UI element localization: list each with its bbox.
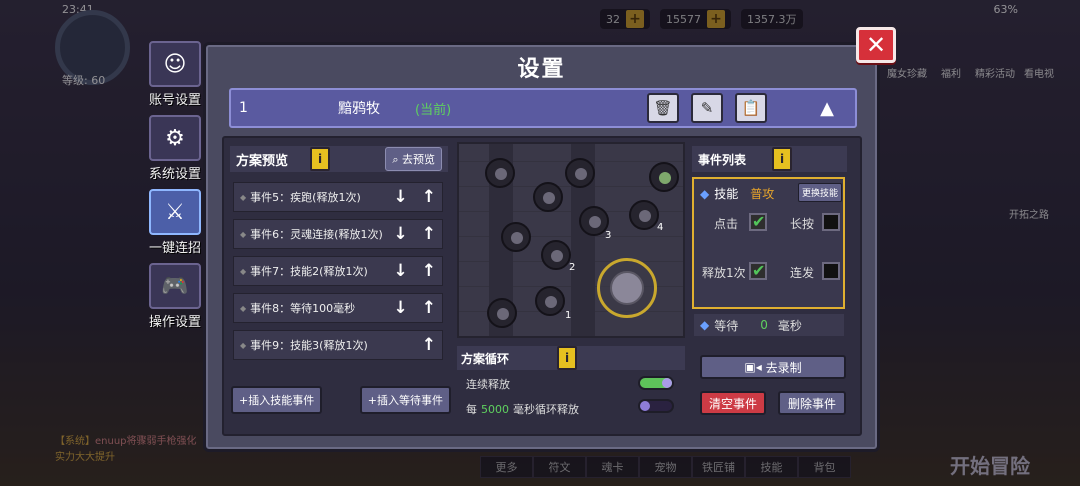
skill-layout-preview: 4 3 2 1 bbox=[457, 142, 685, 338]
camera-icon: ▣◂ bbox=[744, 360, 762, 374]
continuous-release-label: 连续释放 bbox=[466, 378, 510, 391]
list-item[interactable]: ◆ 事件7：技能2(释放1次) ↓ ↑ bbox=[233, 256, 443, 286]
diamond-icon: ◆ bbox=[700, 318, 710, 332]
click-checkbox[interactable] bbox=[749, 212, 767, 231]
long-press-label: 长按 bbox=[790, 217, 815, 231]
skill-slot-2[interactable] bbox=[541, 240, 571, 270]
combo-label: 连发 bbox=[790, 266, 815, 280]
move-down-icon[interactable]: ↓ bbox=[394, 261, 408, 281]
continuous-release-row: 连续释放 bbox=[466, 376, 510, 392]
slot-number: 3 bbox=[605, 230, 612, 241]
scheme-current-tag: (当前) bbox=[415, 102, 452, 118]
skill-slot[interactable] bbox=[533, 182, 563, 212]
skill-slot[interactable] bbox=[501, 222, 531, 252]
eraser-icon: ✎ bbox=[700, 99, 714, 117]
trash-icon: 🗑 bbox=[653, 99, 673, 117]
list-item[interactable]: ◆ 事件6：灵魂连接(释放1次) ↓ ↑ bbox=[233, 219, 443, 249]
clipboard-icon: 📋 bbox=[741, 99, 761, 117]
event-list-title: 事件列表 bbox=[698, 152, 747, 167]
sword-icon: ⚔ bbox=[149, 189, 201, 235]
slot-number: 4 bbox=[657, 222, 664, 233]
record-button[interactable]: ▣◂ 去录制 bbox=[700, 355, 846, 379]
tab-system-settings[interactable]: ⚙ 系统设置 bbox=[142, 114, 208, 186]
scheme-bar[interactable]: 1 黯鸦牧 (当前) 🗑 ✎ 📋 ▲ bbox=[229, 88, 857, 128]
gamepad-icon: 🎮 bbox=[149, 263, 201, 309]
event-list: ◆ 事件5：疾跑(释放1次) ↓ ↑ ◆ 事件6：灵魂连接(释放1次) ↓ ↑ ◆ 事件7… bbox=[233, 182, 443, 367]
release-once-label: 释放1次 bbox=[702, 266, 746, 280]
move-up-icon[interactable]: ↑ bbox=[422, 187, 436, 207]
move-up-icon[interactable]: ↑ bbox=[422, 224, 436, 244]
settings-side-tabs: ☺ 账号设置 ⚙ 系统设置 ⚔ 一键连招 🎮 操作设置 bbox=[142, 40, 210, 336]
loop-title: 方案循环 bbox=[461, 351, 510, 366]
preview-title: 方案预览 bbox=[236, 153, 289, 169]
move-down-icon[interactable]: ↓ bbox=[394, 187, 408, 207]
move-up-icon[interactable]: ↑ bbox=[422, 335, 436, 355]
scheme-number: 1 bbox=[239, 100, 248, 116]
move-up-icon[interactable]: ↑ bbox=[422, 298, 436, 318]
skill-value: 普攻 bbox=[750, 187, 775, 201]
event-editor: ◆ 技能 普攻 更换技能 点击 长按 释放1次 连发 bbox=[692, 177, 845, 309]
preview-header: 方案预览 i ⌕ 去预览 bbox=[230, 146, 448, 172]
potion-slot[interactable] bbox=[487, 298, 517, 328]
rename-scheme-button[interactable]: ✎ bbox=[691, 93, 723, 123]
slot-number: 2 bbox=[569, 262, 576, 273]
tab-account-settings[interactable]: ☺ 账号设置 bbox=[142, 40, 208, 112]
info-icon[interactable]: i bbox=[557, 346, 578, 370]
slot-number: 1 bbox=[565, 310, 572, 321]
move-down-icon[interactable]: ↓ bbox=[394, 224, 408, 244]
diamond-icon: ◆ bbox=[700, 186, 710, 201]
change-skill-button[interactable]: 更换技能 bbox=[798, 183, 843, 202]
loop-interval-row: 每 5000 毫秒循环释放 bbox=[466, 402, 579, 417]
continuous-release-toggle[interactable] bbox=[638, 376, 674, 390]
delete-event-button[interactable]: 删除事件 bbox=[778, 391, 846, 415]
collapse-icon[interactable]: ▲ bbox=[807, 98, 847, 119]
close-button[interactable]: ✕ bbox=[856, 27, 896, 63]
tab-control-settings[interactable]: 🎮 操作设置 bbox=[142, 262, 208, 334]
skill-slot-1[interactable] bbox=[535, 286, 565, 316]
loop-header: 方案循环 i bbox=[457, 346, 685, 370]
scheme-name: 黯鸦牧 bbox=[338, 101, 380, 117]
insert-skill-event-button[interactable]: +插入技能事件 bbox=[231, 386, 323, 414]
insert-buttons: +插入技能事件 +插入等待事件 bbox=[231, 386, 451, 414]
list-item[interactable]: ◆ 事件8：等待100毫秒 ↓ ↑ bbox=[233, 293, 443, 323]
loop-interval-value[interactable]: 5000 bbox=[481, 403, 509, 416]
copy-scheme-button[interactable]: 📋 bbox=[735, 93, 767, 123]
wait-row: ◆ 等待 0 毫秒 bbox=[694, 314, 844, 336]
list-item[interactable]: ◆ 事件9：技能3(释放1次) ↑ bbox=[233, 330, 443, 360]
fist-icon bbox=[610, 271, 644, 305]
info-icon[interactable]: i bbox=[772, 147, 793, 171]
insert-wait-event-button[interactable]: +插入等待事件 bbox=[359, 386, 451, 414]
event-list-header: 事件列表 i bbox=[692, 146, 847, 172]
wrench-icon: ⚙ bbox=[149, 115, 201, 161]
delete-scheme-button[interactable]: 🗑 bbox=[647, 93, 679, 123]
skill-slot[interactable] bbox=[485, 158, 515, 188]
panel-title: 设置 bbox=[517, 57, 566, 82]
loop-release-toggle[interactable] bbox=[638, 399, 674, 413]
skill-slot[interactable] bbox=[649, 162, 679, 192]
move-up-icon[interactable]: ↑ bbox=[422, 261, 436, 281]
clear-events-button[interactable]: 清空事件 bbox=[700, 391, 766, 415]
avatar-icon: ☺ bbox=[149, 41, 201, 87]
skill-slot-4[interactable] bbox=[629, 200, 659, 230]
go-preview-button[interactable]: ⌕ 去预览 bbox=[385, 147, 442, 171]
tab-one-key-combo[interactable]: ⚔ 一键连招 bbox=[142, 188, 208, 260]
attack-joystick[interactable] bbox=[597, 258, 657, 318]
long-press-checkbox[interactable] bbox=[822, 213, 840, 231]
skill-slot[interactable] bbox=[565, 158, 595, 188]
combo-checkbox[interactable] bbox=[822, 262, 840, 280]
info-icon[interactable]: i bbox=[310, 147, 331, 171]
release-once-checkbox[interactable] bbox=[749, 261, 767, 280]
click-label: 点击 bbox=[714, 217, 739, 231]
move-down-icon[interactable]: ↓ bbox=[394, 298, 408, 318]
list-item[interactable]: ◆ 事件5：疾跑(释放1次) ↓ ↑ bbox=[233, 182, 443, 212]
wait-value[interactable]: 0 bbox=[760, 318, 768, 332]
